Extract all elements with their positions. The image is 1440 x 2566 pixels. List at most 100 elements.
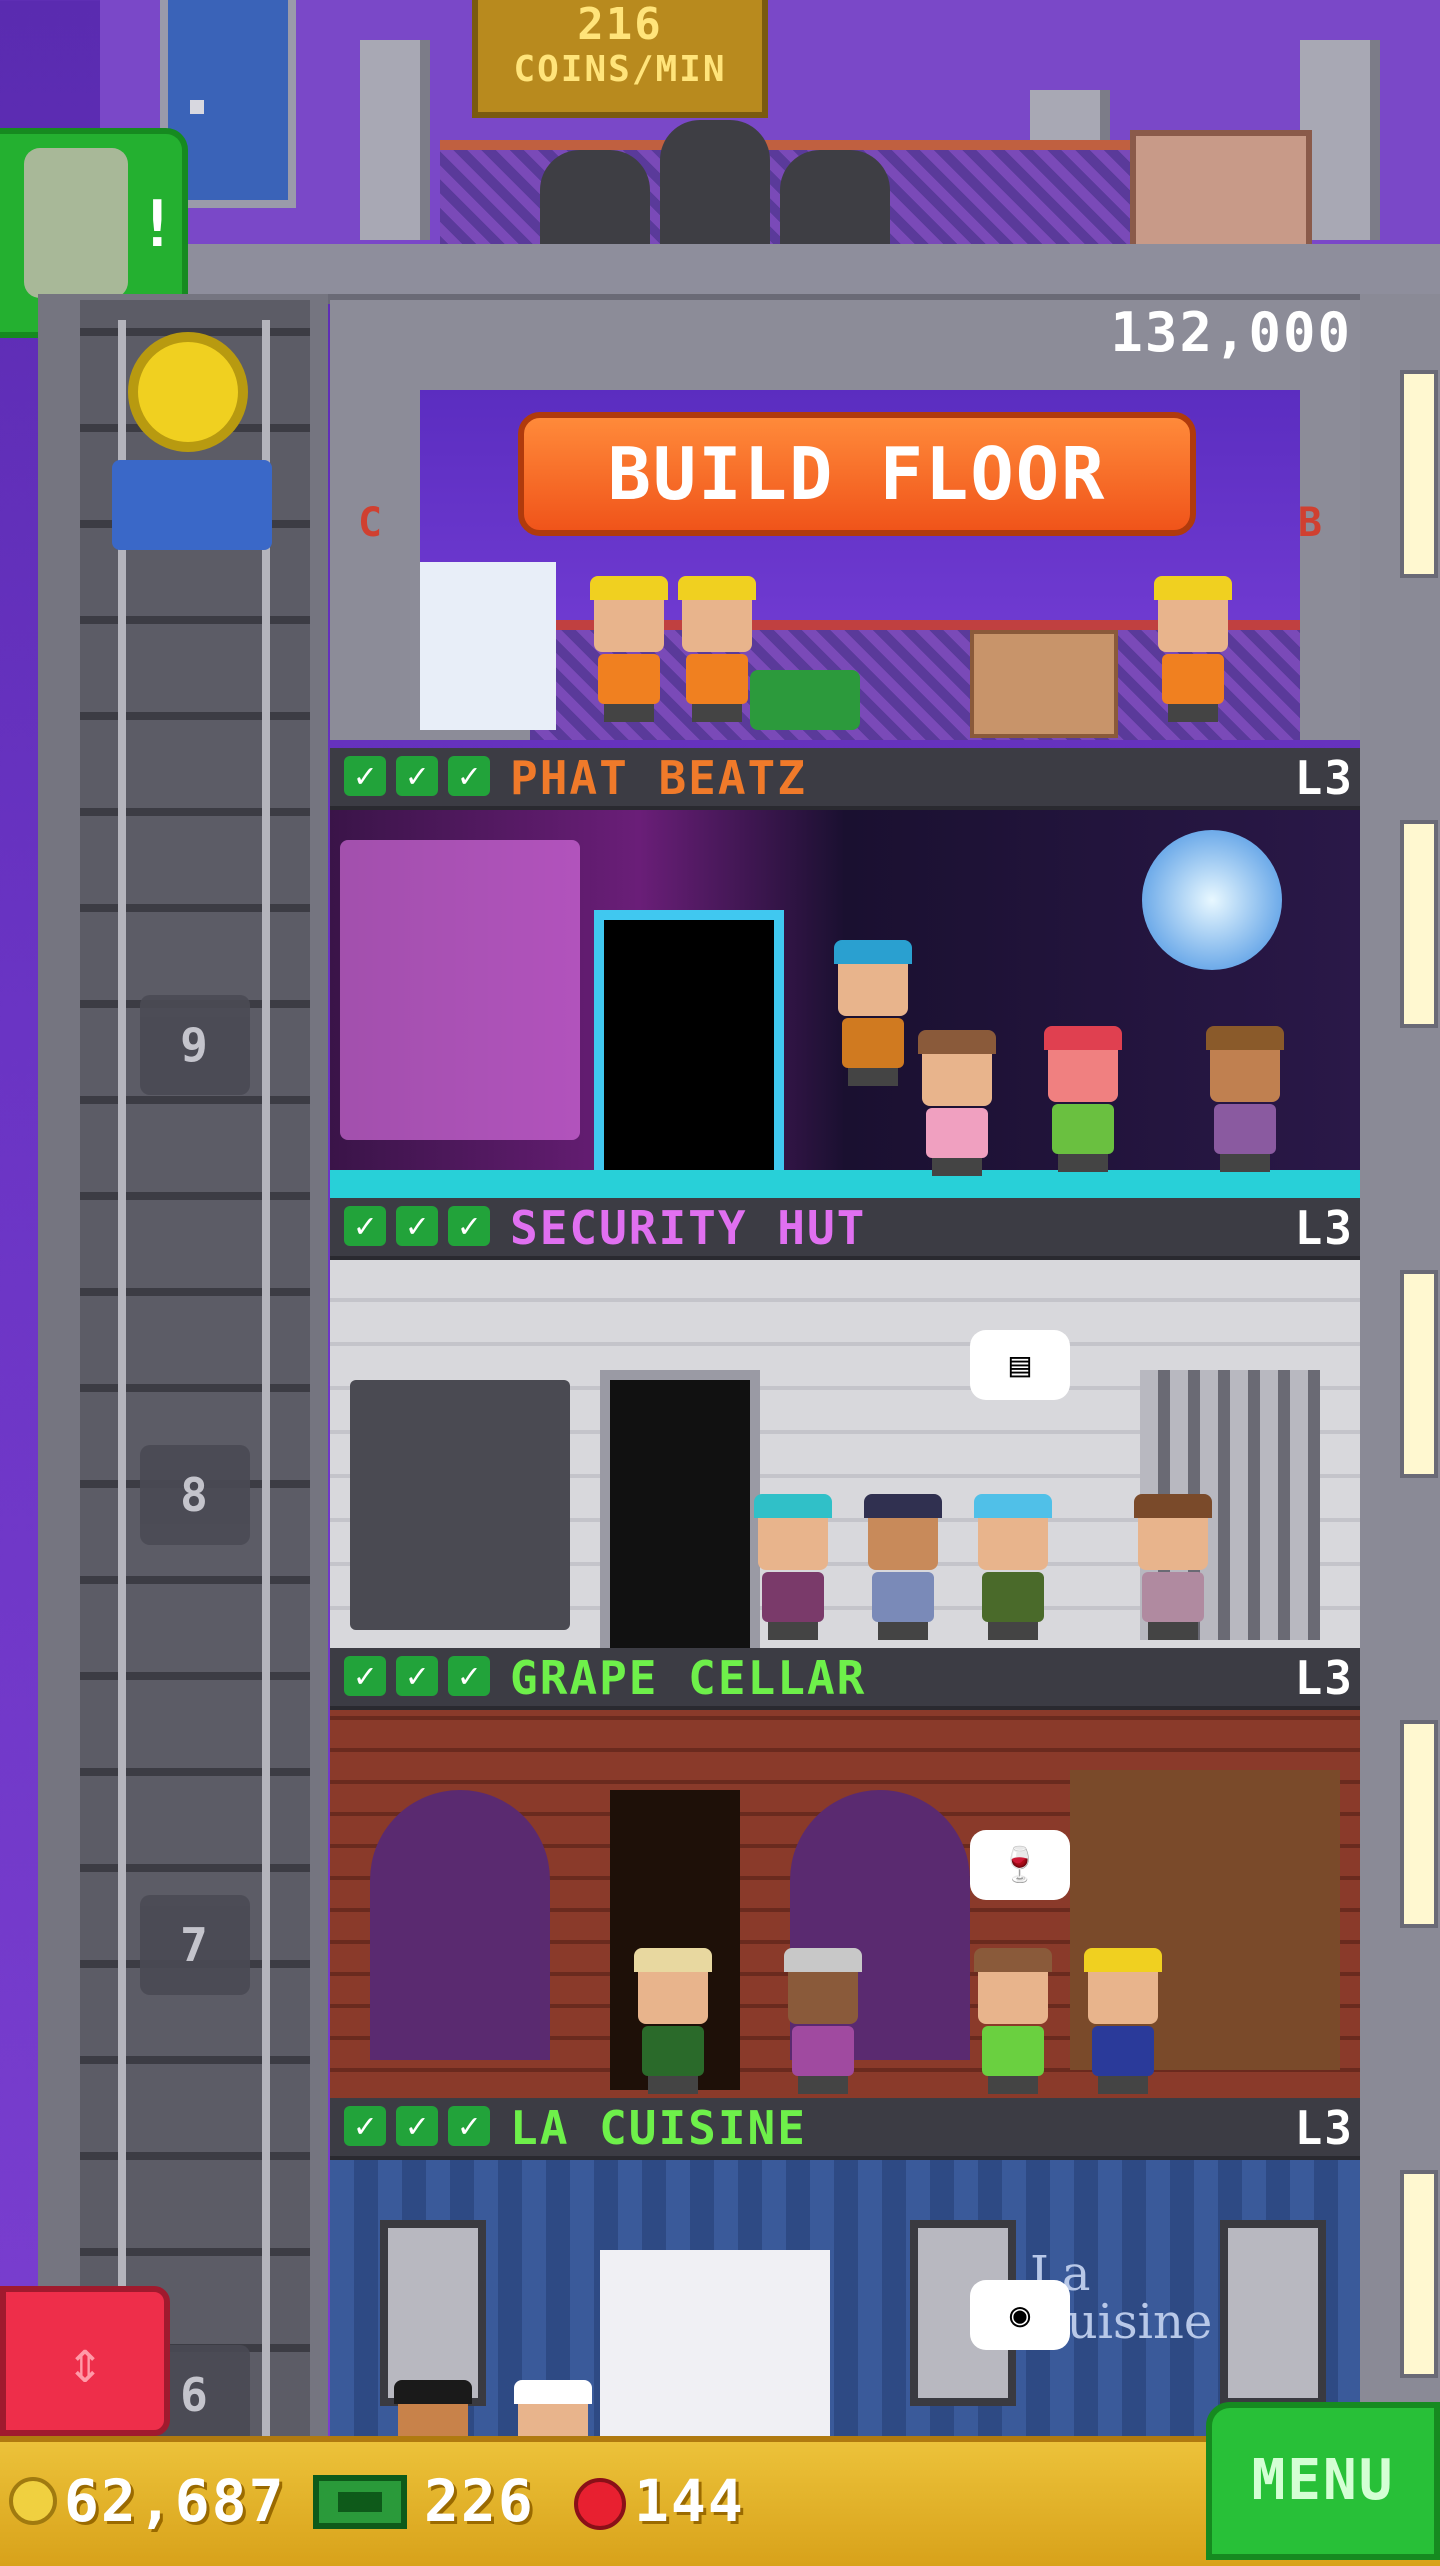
floor-level: L3: [1294, 2101, 1354, 2155]
dj-character: [830, 940, 916, 1086]
floor-name: PHAT BEATZ: [510, 751, 807, 805]
floor-header: ✓ ✓ ✓ GRAPE CELLAR L3: [330, 1648, 1360, 1710]
up-down-arrows-icon: ⇕: [66, 2327, 104, 2397]
window: [1400, 1270, 1438, 1478]
floor-header: ✓ ✓ ✓ SECURITY HUT L3: [330, 1198, 1360, 1260]
bitizen: [630, 1948, 716, 2094]
bitizen: [1040, 1026, 1126, 1172]
bitizen: [1130, 1494, 1216, 1640]
construction-worker: [674, 576, 760, 722]
floor-name: GRAPE CELLAR: [510, 1651, 867, 1705]
elevator-car: [112, 460, 272, 550]
kitchen-doorway: [600, 2250, 830, 2438]
alert-icon: !: [138, 188, 177, 262]
wall-painting: [380, 2220, 486, 2406]
room-interior: [330, 810, 1360, 1200]
dance-floor: [330, 1170, 1360, 1200]
roof-pillar: [360, 40, 430, 240]
glass-panel: [420, 562, 556, 730]
security-console: [350, 1380, 570, 1630]
elevator-toggle-button[interactable]: ⇕: [0, 2286, 170, 2436]
room-interior: ▤: [330, 1260, 1360, 1650]
gem-icon: [574, 2478, 626, 2530]
stock-check-icon: ✓: [344, 1656, 386, 1696]
floor-grape-cellar[interactable]: ✓ ✓ ✓ GRAPE CELLAR L3 🍷: [330, 1648, 1360, 2100]
window: [1400, 820, 1438, 1028]
construction-worker: [1150, 576, 1236, 722]
floor-level: L3: [1294, 751, 1354, 805]
disco-ball-icon: [1142, 830, 1282, 970]
tower-bux-icon: [313, 2475, 407, 2529]
ac-unit: [660, 120, 770, 250]
coins-per-minute-value: 216: [577, 0, 663, 50]
stock-check-icon: ✓: [448, 1206, 490, 1246]
elevator-shaft: [80, 300, 310, 2440]
ac-unit: [540, 150, 650, 250]
window: [1400, 1720, 1438, 1928]
floor-header: ✓ ✓ ✓ LA CUISINE L3: [330, 2098, 1360, 2160]
floor-header: ✓ ✓ ✓ PHAT BEATZ L3: [330, 748, 1360, 810]
chef-character: [510, 2380, 596, 2438]
wine-rack: [370, 1790, 550, 2060]
security-guard: [860, 1494, 946, 1640]
supply-boxes: [970, 630, 1118, 738]
thought-bubble[interactable]: ◉: [970, 2280, 1070, 2350]
stock-check-icon: ✓: [344, 2106, 386, 2146]
bux-balance: 226: [424, 2467, 535, 2535]
elevator-cable: [118, 320, 126, 2440]
stock-check-icon: ✓: [344, 1206, 386, 1246]
shaft-floor-number: 7: [140, 1895, 250, 1995]
roof-crate: [1130, 130, 1312, 252]
stock-check-icon: ✓: [396, 1656, 438, 1696]
shaft-floor-number: 8: [140, 1445, 250, 1545]
build-floor-slot: 132,000 C B BUILD FLOOR: [330, 300, 1360, 740]
coin-icon: [9, 2477, 57, 2525]
floor-name: SECURITY HUT: [510, 1201, 867, 1255]
coins-per-minute-unit: COINS/MIN: [513, 49, 727, 90]
elevator-pulley-icon: [128, 332, 248, 452]
room-interior: 🍷: [330, 1710, 1360, 2100]
build-side-letter: B: [1297, 500, 1324, 546]
wall-painting: [1220, 2220, 1326, 2406]
stock-check-icon: ✓: [448, 756, 490, 796]
stock-check-icon: ✓: [396, 2106, 438, 2146]
bitizen: [914, 1030, 1000, 1176]
floor-level: L3: [1294, 1201, 1354, 1255]
floor-name: LA CUISINE: [510, 2101, 807, 2155]
window: [1400, 370, 1438, 578]
ac-unit: [780, 150, 890, 250]
room-doorway: [600, 1370, 760, 1650]
stock-check-icon: ✓: [448, 2106, 490, 2146]
menu-button[interactable]: MENU: [1206, 2402, 1440, 2560]
window: [1400, 2170, 1438, 2378]
bitizen: [970, 1948, 1056, 2094]
stock-check-icon: ✓: [344, 756, 386, 796]
elevator[interactable]: [92, 320, 292, 620]
stock-check-icon: ✓: [448, 1656, 490, 1696]
floor-la-cuisine[interactable]: ✓ ✓ ✓ LA CUISINE L3 La Cuisine ◉: [330, 2098, 1360, 2438]
elevator-cable: [262, 320, 270, 2440]
floor-level: L3: [1294, 1651, 1354, 1705]
bitizen: [780, 1948, 866, 2094]
bitizen: [1080, 1948, 1166, 2094]
floor-security-hut[interactable]: ✓ ✓ ✓ SECURITY HUT L3 ▤: [330, 1198, 1360, 1650]
room-doorway: [594, 910, 784, 1200]
floor-phat-beatz[interactable]: ✓ ✓ ✓ PHAT BEATZ L3: [330, 748, 1360, 1200]
thought-bubble[interactable]: ▤: [970, 1330, 1070, 1400]
roof-door-knob: [190, 100, 204, 114]
stock-check-icon: ✓: [396, 1206, 438, 1246]
dj-booth: [340, 840, 580, 1140]
rooftop: [100, 0, 1440, 260]
construction-worker: [586, 576, 672, 722]
stock-check-icon: ✓: [396, 756, 438, 796]
build-cost: 132,000: [1110, 301, 1352, 364]
coin-balance: 62,687: [64, 2467, 286, 2535]
roof-pillar: [1300, 40, 1380, 240]
coins-per-minute-sign: 216 COINS/MIN: [472, 0, 768, 118]
thought-bubble[interactable]: 🍷: [970, 1830, 1070, 1900]
zombie-visitor-icon: [24, 148, 128, 298]
bitizen: [970, 1494, 1056, 1640]
build-floor-button[interactable]: BUILD FLOOR: [518, 412, 1196, 536]
bitizen: [750, 1494, 836, 1640]
bitizen: [390, 2380, 476, 2438]
